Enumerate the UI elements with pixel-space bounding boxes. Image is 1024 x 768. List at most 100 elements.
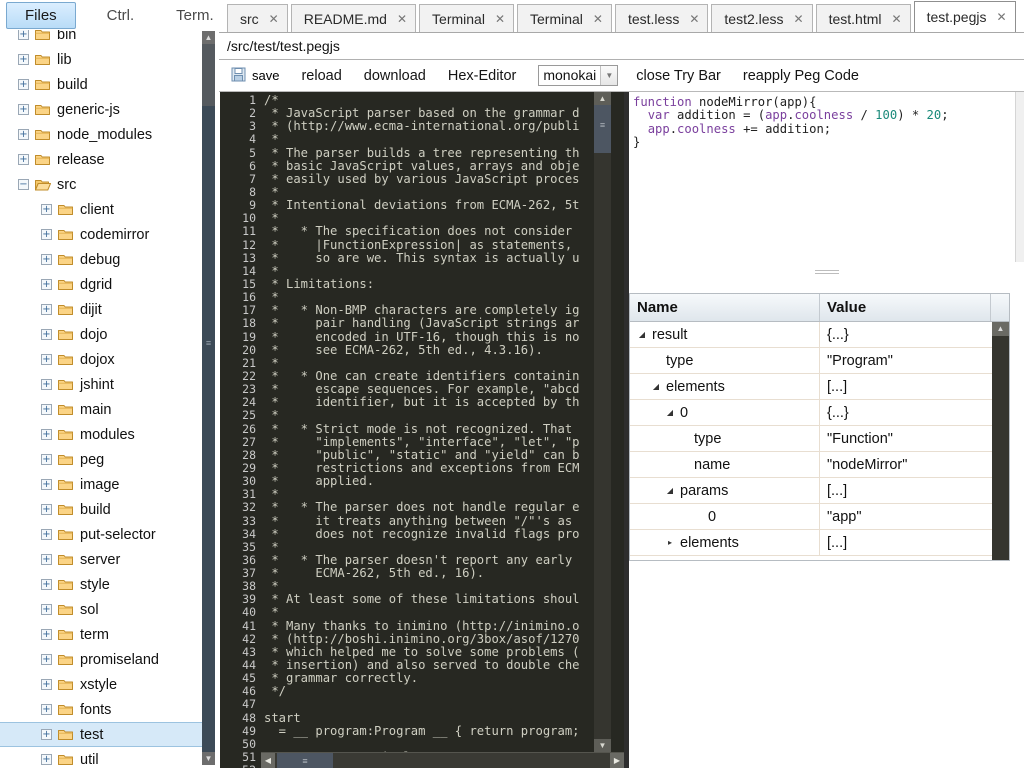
save-button[interactable]: save [231, 67, 279, 85]
tree-table-row[interactable]: ◢ 0 {...} [630, 400, 1009, 426]
tree-item-dojo[interactable]: + dojo [0, 322, 205, 347]
expand-toggle-icon[interactable]: + [41, 404, 52, 415]
theme-select[interactable]: monokai ▼ [538, 65, 619, 86]
expand-toggle-icon[interactable]: + [41, 654, 52, 665]
editor-vertical-scrollbar[interactable]: ▲ ≡ ▼ [594, 92, 611, 752]
tree-item-style[interactable]: + style [0, 572, 205, 597]
close-icon[interactable]: ✕ [495, 12, 505, 26]
expand-toggle-icon[interactable]: + [18, 129, 29, 140]
scroll-down-arrow-icon[interactable]: ▼ [202, 752, 215, 765]
sidebar-tab-ctrl[interactable]: Ctrl. [96, 2, 146, 29]
close-icon[interactable]: ✕ [397, 12, 407, 26]
triangle-expanded-icon[interactable]: ◢ [636, 330, 648, 339]
triangle-expanded-icon[interactable]: ◢ [664, 486, 676, 495]
expand-toggle-icon[interactable]: + [41, 429, 52, 440]
tree-item-main[interactable]: + main [0, 397, 205, 422]
expand-toggle-icon[interactable]: + [41, 604, 52, 615]
triangle-expanded-icon[interactable]: ◢ [664, 408, 676, 417]
tree-table-row[interactable]: 0 "app" [630, 504, 1009, 530]
reapply-peg-code-button[interactable]: reapply Peg Code [743, 68, 859, 84]
tree-item-dgrid[interactable]: + dgrid [0, 272, 205, 297]
expand-toggle-icon[interactable]: + [41, 629, 52, 640]
triangle-collapsed-icon[interactable]: ▸ [664, 538, 676, 547]
triangle-expanded-icon[interactable]: ◢ [650, 382, 662, 391]
hex-editor-button[interactable]: Hex-Editor [448, 68, 517, 84]
column-header-name[interactable]: Name [630, 294, 820, 321]
code-editor[interactable]: 1 2 3 4 5 6 7 8 9 10 11 12 13 14 15 16 17 18 19 20 21 22 23 24 2… [220, 92, 624, 768]
expand-toggle-icon[interactable]: + [41, 529, 52, 540]
tree-table-row[interactable]: ▸ elements [...] [630, 530, 1009, 556]
tree-item-put-selector[interactable]: + put-selector [0, 522, 205, 547]
scroll-down-arrow-icon[interactable]: ▼ [594, 739, 611, 752]
file-path-bar[interactable]: /src/test/test.pegjs [219, 33, 1024, 60]
download-button[interactable]: download [364, 68, 426, 84]
expand-toggle-icon[interactable]: + [41, 579, 52, 590]
editor-tab-terminal[interactable]: Terminal ✕ [517, 4, 612, 32]
reload-button[interactable]: reload [301, 68, 341, 84]
editor-horizontal-scrollbar[interactable]: ◀ ≡ ▶ [261, 752, 624, 768]
tree-item-dijit[interactable]: + dijit [0, 297, 205, 322]
editor-tab-test-pegjs[interactable]: test.pegjs ✕ [913, 1, 1016, 32]
close-icon[interactable]: ✕ [593, 12, 603, 26]
close-icon[interactable]: ✕ [269, 12, 279, 26]
tree-item-sol[interactable]: + sol [0, 597, 205, 622]
tree-table-scrollbar[interactable]: ▲ [992, 322, 1009, 560]
tree-item-debug[interactable]: + debug [0, 247, 205, 272]
tree-item-client[interactable]: + client [0, 197, 205, 222]
editor-tab-test-html[interactable]: test.html ✕ [815, 4, 911, 32]
tree-item-fonts[interactable]: + fonts [0, 697, 205, 722]
editor-tab-test-less[interactable]: test.less ✕ [614, 4, 709, 32]
tree-item-xstyle[interactable]: + xstyle [0, 672, 205, 697]
expand-toggle-icon[interactable]: + [41, 704, 52, 715]
collapse-toggle-icon[interactable]: − [18, 179, 29, 190]
tree-item-util[interactable]: + util [0, 747, 205, 768]
expand-toggle-icon[interactable]: + [18, 54, 29, 65]
close-icon[interactable]: ✕ [794, 12, 804, 26]
code-text-area[interactable]: /* * JavaScript parser based on the gram… [264, 92, 604, 768]
expand-toggle-icon[interactable]: + [18, 154, 29, 165]
expand-toggle-icon[interactable]: + [41, 379, 52, 390]
tree-item-term[interactable]: + term [0, 622, 205, 647]
column-header-value[interactable]: Value [820, 294, 991, 321]
tree-item-build[interactable]: + build [0, 497, 205, 522]
scrollbar-thumb[interactable] [202, 44, 215, 106]
expand-toggle-icon[interactable]: + [41, 729, 52, 740]
editor-tab-src[interactable]: src ✕ [227, 4, 288, 32]
js-code-text[interactable]: function nodeMirror(app){ var addition =… [629, 92, 1024, 150]
tree-item-src[interactable]: − src [0, 172, 205, 197]
chevron-down-icon[interactable]: ▼ [600, 66, 618, 85]
tree-item-release[interactable]: + release [0, 147, 205, 172]
expand-toggle-icon[interactable]: + [41, 754, 52, 765]
expand-toggle-icon[interactable]: + [18, 79, 29, 90]
editor-tab-terminal[interactable]: Terminal ✕ [419, 4, 514, 32]
tree-item-test[interactable]: + test [0, 722, 205, 747]
close-icon[interactable]: ✕ [689, 12, 699, 26]
tree-item-build[interactable]: + build [0, 72, 205, 97]
horizontal-splitter[interactable] [629, 262, 1024, 288]
expand-toggle-icon[interactable]: + [41, 229, 52, 240]
editor-tab-readme-md[interactable]: README.md ✕ [290, 4, 417, 32]
expand-toggle-icon[interactable]: + [41, 254, 52, 265]
tree-table-row[interactable]: ◢ result {...} [630, 322, 1009, 348]
tree-item-jshint[interactable]: + jshint [0, 372, 205, 397]
expand-toggle-icon[interactable]: + [41, 354, 52, 365]
tree-table-row[interactable]: name "nodeMirror" [630, 452, 1009, 478]
scroll-up-arrow-icon[interactable]: ▲ [202, 31, 215, 44]
close-icon[interactable]: ✕ [997, 10, 1007, 24]
expand-toggle-icon[interactable]: + [41, 329, 52, 340]
scroll-up-arrow-icon[interactable]: ▲ [992, 322, 1009, 336]
tree-table-row[interactable]: ◢ params [...] [630, 478, 1009, 504]
tree-item-codemirror[interactable]: + codemirror [0, 222, 205, 247]
sidebar-tab-term[interactable]: Term. [165, 2, 225, 29]
tree-item-modules[interactable]: + modules [0, 422, 205, 447]
tree-item-node-modules[interactable]: + node_modules [0, 122, 205, 147]
editor-tab-test2-less[interactable]: test2.less ✕ [711, 4, 813, 32]
expand-toggle-icon[interactable]: + [41, 204, 52, 215]
tree-table-row[interactable]: ◢ elements [...] [630, 374, 1009, 400]
js-panel-scrollbar[interactable] [1015, 92, 1024, 262]
expand-toggle-icon[interactable]: + [18, 30, 29, 40]
tree-item-dojox[interactable]: + dojox [0, 347, 205, 372]
scroll-left-arrow-icon[interactable]: ◀ [261, 753, 275, 768]
tree-item-promiseland[interactable]: + promiseland [0, 647, 205, 672]
tree-item-peg[interactable]: + peg [0, 447, 205, 472]
